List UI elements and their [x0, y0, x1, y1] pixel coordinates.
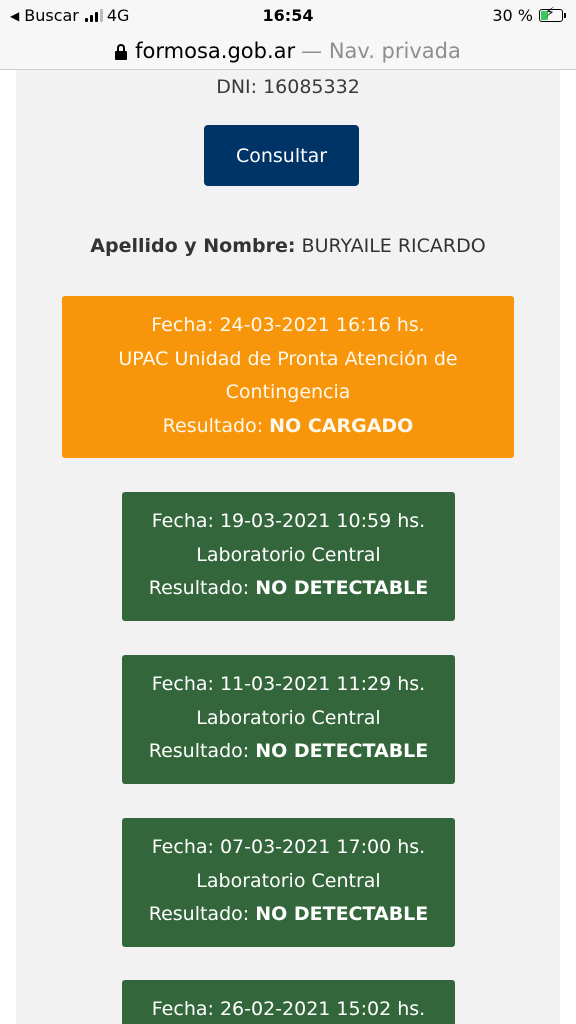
result-label: Resultado: [148, 903, 250, 925]
charging-bolt-icon: ⚡ [545, 5, 555, 21]
result-card: Fecha: 11-03-2021 11:29 hs. Laboratorio … [122, 655, 455, 784]
patient-name: Apellido y Nombre: BURYAILE RICARDO [0, 235, 576, 257]
status-bar: ◀ Buscar 4G 16:54 30 % ⚡ [0, 0, 576, 32]
address-bar[interactable]: formosa.gob.ar — Nav. privada [0, 32, 576, 70]
result-value: NO DETECTABLE [255, 740, 429, 762]
result-card: Fecha: 24-03-2021 16:16 hs. UPAC Unidad … [62, 296, 514, 458]
result-line: Resultado: NO DETECTABLE [122, 735, 455, 769]
result-line: Resultado: NO DETECTABLE [122, 572, 455, 606]
result-date: Fecha: 26-02-2021 15:02 hs. [151, 998, 426, 1020]
status-bar-right: 30 % ⚡ [492, 6, 566, 25]
battery-icon: ⚡ [539, 5, 563, 22]
result-place: Laboratorio Central [196, 543, 381, 566]
status-time: 16:54 [262, 6, 314, 25]
name-value: BURYAILE RICARDO [301, 235, 486, 257]
result-line: Resultado: NO DETECTABLE [122, 898, 455, 932]
result-line: Resultado: NO CARGADO [62, 410, 514, 444]
dni-text: DNI: 16085332 [216, 76, 360, 98]
result-card: Fecha: 19-03-2021 10:59 hs. Laboratorio … [122, 492, 455, 621]
result-label: Resultado: [162, 414, 264, 437]
result-place: Laboratorio Central [196, 706, 381, 729]
result-label: Resultado: [148, 577, 250, 599]
result-place: Laboratorio Central [196, 869, 381, 892]
lock-icon [115, 43, 128, 60]
result-label: Resultado: [148, 740, 250, 762]
result-card: Fecha: 07-03-2021 17:00 hs. Laboratorio … [122, 818, 455, 947]
private-mode-label: — Nav. privada [301, 38, 461, 63]
result-date: Fecha: 07-03-2021 17:00 hs. [151, 836, 426, 858]
battery-percent: 30 % [492, 6, 533, 25]
result-place: UPAC Unidad de Pronta Atención de [118, 347, 458, 370]
name-label: Apellido y Nombre: [90, 235, 296, 257]
result-value: NO DETECTABLE [255, 903, 429, 925]
result-place-cont: Contingencia [225, 381, 351, 403]
consult-button[interactable]: Consultar [204, 125, 359, 186]
url-domain[interactable]: formosa.gob.ar [135, 39, 295, 63]
battery-cap [564, 13, 566, 18]
result-value: NO CARGADO [269, 414, 414, 437]
result-value: NO DETECTABLE [255, 577, 429, 599]
result-date: Fecha: 19-03-2021 10:59 hs. [151, 510, 426, 532]
result-card: Fecha: 26-02-2021 15:02 hs. [122, 980, 455, 1024]
result-date: Fecha: 24-03-2021 16:16 hs. [151, 314, 425, 336]
result-date: Fecha: 11-03-2021 11:29 hs. [151, 673, 426, 695]
